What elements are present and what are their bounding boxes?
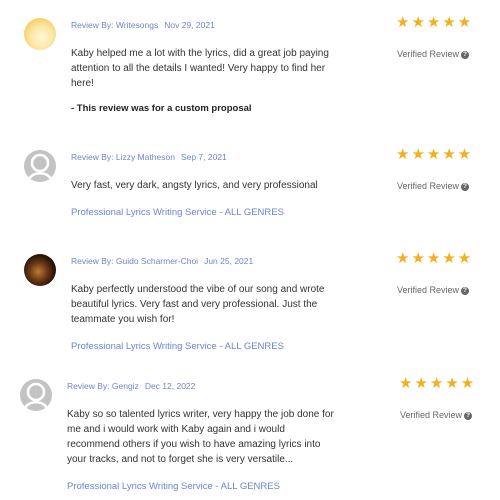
user-placeholder-icon	[20, 379, 52, 411]
review-date: Nov 29, 2021	[164, 20, 215, 30]
review-meta: Review By: Lizzy Matheson Sep 7, 2021	[71, 152, 227, 162]
review-text: Kaby helped me a lot with the lyrics, di…	[71, 48, 329, 89]
reviewer-name: Review By: Writesongs	[71, 20, 159, 30]
verified-review-text: Verified Review	[400, 410, 463, 420]
review-meta: Review By: Guido Scharmer-Choi Jun 25, 20…	[71, 256, 253, 266]
user-placeholder-icon	[24, 150, 56, 182]
verified-review-text: Verified Review	[397, 285, 460, 295]
reviewer-avatar	[24, 254, 56, 286]
review-meta: Review By: Gengiz Dec 12, 2022	[67, 381, 195, 391]
service-link[interactable]: Professional Lyrics Writing Service - AL…	[67, 481, 280, 492]
verified-review-text: Verified Review	[397, 49, 460, 59]
service-link[interactable]: Professional Lyrics Writing Service - AL…	[71, 341, 284, 352]
help-icon[interactable]: ?	[464, 411, 473, 420]
reviewer-name: Review By: Gengiz	[67, 381, 139, 391]
review-date: Dec 12, 2022	[144, 381, 196, 391]
rating-stars: ★★★★★	[396, 14, 474, 31]
help-icon[interactable]: ?	[461, 182, 470, 191]
review-date: Sep 7, 2021	[180, 152, 227, 162]
service-link[interactable]: Professional Lyrics Writing Service - AL…	[71, 207, 284, 218]
rating-stars: ★★★★★	[399, 375, 477, 392]
rating-stars: ★★★★★	[396, 146, 474, 163]
review-proposal-note: - This review was for a custom proposal	[71, 103, 252, 114]
rating-stars: ★★★★★	[396, 250, 474, 267]
reviewer-name: Review By: Guido Scharmer-Choi	[71, 256, 199, 266]
review-meta: Review By: Writesongs Nov 29, 2021	[71, 20, 215, 30]
verified-review-text: Verified Review	[397, 181, 460, 191]
review-date: Jun 25, 2021	[204, 256, 254, 266]
review-text: Kaby perfectly understood the vibe of ou…	[71, 284, 325, 325]
help-icon[interactable]: ?	[461, 286, 470, 295]
verified-review-label: Verified Review?	[397, 285, 470, 295]
reviewer-avatar	[24, 18, 56, 50]
review-text: Very fast, very dark, angsty lyrics, and…	[71, 180, 318, 191]
verified-review-label: Verified Review?	[400, 410, 473, 420]
verified-review-label: Verified Review?	[397, 181, 470, 191]
review-text: Kaby so so talented lyrics writer, very …	[67, 409, 334, 465]
help-icon[interactable]: ?	[461, 50, 470, 59]
reviews-list: Review By: Writesongs Nov 29, 2021 ★★★★★ …	[0, 0, 500, 500]
reviewer-name: Review By: Lizzy Matheson	[71, 152, 175, 162]
verified-review-label: Verified Review?	[397, 49, 470, 59]
